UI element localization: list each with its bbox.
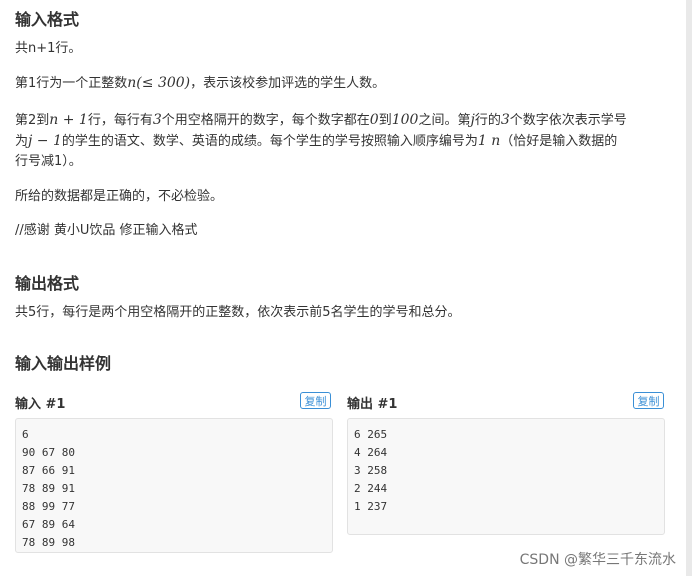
text: 到 bbox=[378, 113, 392, 128]
text: 第2到 bbox=[15, 113, 50, 128]
text: 为 bbox=[15, 134, 29, 149]
math-100: 100 bbox=[391, 112, 419, 128]
output-desc: 共5行，每行是两个用空格隔开的正整数，依次表示前5名学生的学号和总分。 bbox=[15, 305, 461, 320]
input-line: 67 89 64 bbox=[22, 518, 75, 531]
watermark: CSDN @繁华三千东流水 bbox=[519, 552, 676, 568]
input-line: 88 99 77 bbox=[22, 500, 75, 513]
sample-output-label: 输出 #1 bbox=[347, 397, 398, 412]
input-line: 87 66 91 bbox=[22, 464, 75, 477]
math-n-limit: n(≤ 300) bbox=[127, 75, 191, 91]
text: （恰好是输入数据的 bbox=[500, 134, 618, 149]
text: 的学生的语文、数学、英语的成绩。每个学生的学号按照输入顺序编号为 bbox=[61, 134, 478, 149]
text: ，表示该校参加评选的学生人数。 bbox=[190, 76, 386, 91]
input-line-count: 共n+1行。 bbox=[15, 41, 82, 56]
copy-input-button[interactable]: 复制 bbox=[300, 392, 331, 409]
scrollbar[interactable] bbox=[686, 0, 692, 576]
input-validity-note: 所给的数据都是正确的，不必检验。 bbox=[15, 189, 224, 204]
input-line: 6 bbox=[22, 428, 29, 441]
text: 行号减1）。 bbox=[15, 154, 82, 169]
text: 行的 bbox=[474, 113, 501, 128]
input-line: 78 89 98 bbox=[22, 536, 75, 549]
text: 行，每行有 bbox=[87, 113, 153, 128]
math-1-n: 1 n bbox=[477, 133, 501, 149]
input-line: 90 67 80 bbox=[22, 446, 75, 459]
sample-output-box: 6 265 4 264 3 258 2 244 1 237 bbox=[347, 418, 665, 535]
copy-output-button[interactable]: 复制 bbox=[633, 392, 664, 409]
output-line: 1 237 bbox=[354, 500, 388, 513]
output-line: 4 264 bbox=[354, 446, 388, 459]
math-3: 3 bbox=[152, 112, 162, 128]
sample-input-label: 输入 #1 bbox=[15, 397, 66, 412]
input-lines-desc: 第2到n + 1行，每行有3个用空格隔开的数字，每个数字都在0到100之间。第j… bbox=[15, 110, 675, 172]
sample-input-box: 6 90 67 80 87 66 91 78 89 91 88 99 77 67… bbox=[15, 418, 333, 553]
math-j-minus-1: j − 1 bbox=[28, 133, 62, 149]
output-line: 3 258 bbox=[354, 464, 388, 477]
input-first-line-desc: 第1行为一个正整数n(≤ 300)，表示该校参加评选的学生人数。 bbox=[15, 73, 385, 94]
output-line: 6 265 bbox=[354, 428, 388, 441]
input-line: 78 89 91 bbox=[22, 482, 75, 495]
output-line: 2 244 bbox=[354, 482, 388, 495]
input-thanks-note: //感谢 黄小U饮品 修正输入格式 bbox=[15, 223, 198, 238]
math-n-plus-1: n + 1 bbox=[49, 112, 88, 128]
input-format-title: 输入格式 bbox=[15, 10, 80, 29]
text: 第1行为一个正整数 bbox=[15, 76, 128, 91]
text: 个数字依次表示学号 bbox=[509, 113, 627, 128]
math-3: 3 bbox=[500, 112, 510, 128]
output-format-title: 输出格式 bbox=[15, 274, 80, 293]
math-0: 0 bbox=[369, 112, 379, 128]
text: 个用空格隔开的数字，每个数字都在 bbox=[161, 113, 370, 128]
text: 之间。第 bbox=[418, 113, 471, 128]
sample-title: 输入输出样例 bbox=[15, 354, 112, 373]
